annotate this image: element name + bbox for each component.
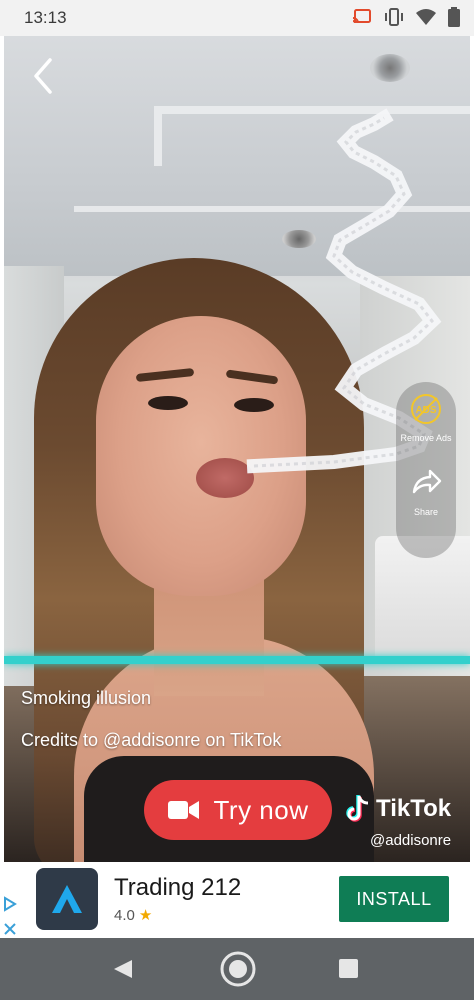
back-arrow-icon [34, 58, 52, 94]
progress-accent-line [4, 656, 470, 664]
person-face [96, 316, 306, 596]
close-icon[interactable] [2, 921, 18, 937]
remove-ads-button[interactable]: ADS Remove Ads [396, 392, 456, 443]
tiktok-brand: TikTok [346, 794, 451, 824]
ceiling-light [282, 230, 316, 248]
vibrate-icon [384, 8, 404, 26]
ceiling-light [370, 54, 410, 82]
install-button[interactable]: INSTALL [339, 876, 449, 922]
status-icons [352, 7, 460, 27]
try-now-label: Try now [213, 794, 309, 825]
video-caption-credits: Credits to @addisonre on TikTok [21, 730, 282, 750]
status-bar: 13:13 [0, 0, 474, 36]
ad-choices-icon[interactable] [2, 896, 18, 912]
share-icon [412, 469, 442, 494]
remove-ads-label: Remove Ads [400, 433, 452, 443]
wifi-icon [416, 8, 436, 26]
tiktok-brand-name: TikTok [376, 795, 452, 822]
ad-banner[interactable]: Trading 212 4.0 ★ INSTALL [0, 862, 474, 938]
trading212-logo-icon[interactable] [36, 868, 98, 930]
nav-back-icon[interactable] [112, 958, 134, 985]
ad-rating-value: 4.0 [114, 906, 135, 924]
video-camera-icon [167, 801, 199, 819]
battery-icon [448, 7, 460, 27]
status-time: 13:13 [24, 8, 67, 27]
ad-rating: 4.0 ★ [114, 906, 153, 925]
video-player[interactable]: Smoking illusion Credits to @addisonre o… [4, 36, 470, 862]
ceiling-molding [74, 206, 470, 246]
nav-recents-icon[interactable] [339, 959, 358, 978]
ad-badge[interactable] [2, 896, 18, 936]
back-button[interactable] [28, 56, 58, 96]
share-button[interactable]: Share [396, 464, 456, 517]
lips [196, 458, 254, 498]
ceiling-frame [154, 106, 470, 166]
ad-app-name[interactable]: Trading 212 [114, 874, 241, 902]
navigation-bar [0, 938, 474, 1000]
eye [234, 398, 274, 412]
eye [148, 396, 188, 410]
tiktok-logo-icon [346, 795, 369, 822]
svg-text:ADS: ADS [415, 405, 436, 416]
cast-icon [352, 8, 372, 26]
video-caption-title: Smoking illusion [21, 688, 152, 708]
screen: 13:13 Smoking illusion Credits to @addis… [0, 0, 474, 1000]
star-icon: ★ [138, 907, 153, 924]
share-label: Share [413, 507, 439, 517]
nav-home-icon[interactable] [219, 950, 257, 993]
no-ads-icon: ADS [411, 394, 441, 424]
try-now-button[interactable]: Try now [144, 780, 332, 840]
tiktok-handle: @addisonre [370, 832, 452, 849]
